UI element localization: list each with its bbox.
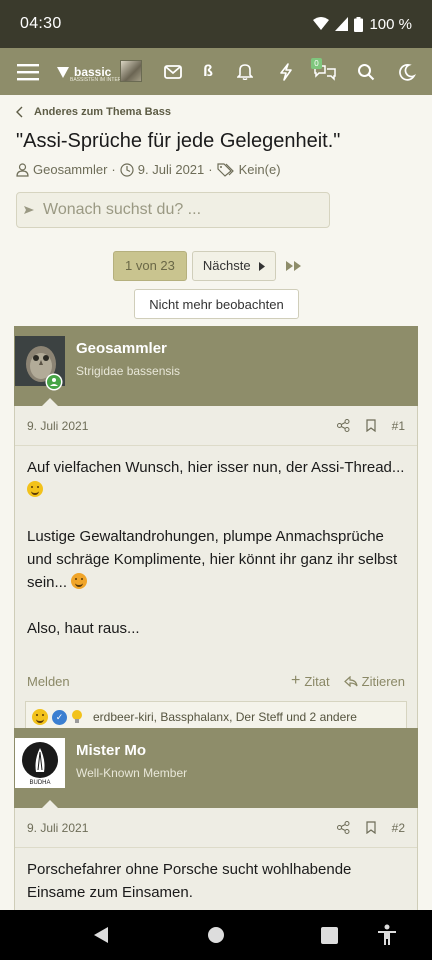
search-icon[interactable]	[355, 48, 377, 95]
caret-right-icon	[258, 261, 265, 271]
bell-icon[interactable]	[234, 48, 256, 95]
conversations-badge: 0	[311, 58, 322, 69]
breadcrumb-link[interactable]: Anderes zum Thema Bass	[34, 106, 171, 118]
post-meta: 9. Juli 2021 #2	[15, 808, 417, 848]
chevron-left-icon	[16, 106, 23, 118]
header-pointer	[41, 398, 59, 407]
thread-author[interactable]: Geosammler	[33, 162, 107, 177]
laugh-reaction-icon	[32, 709, 48, 725]
post-actions: Melden + Zitat Zitieren	[15, 663, 417, 699]
plus-icon: +	[291, 672, 301, 689]
page-current[interactable]: 1 von 23	[113, 251, 187, 281]
post: BUDHA Mister Mo Well-Known Member 9. Jul…	[14, 728, 418, 928]
post-meta: 9. Juli 2021 #1	[15, 406, 417, 446]
header-pointer	[41, 800, 59, 809]
online-status-icon	[45, 373, 63, 391]
thread-search[interactable]	[16, 192, 330, 228]
mail-icon[interactable]	[162, 48, 184, 95]
reply-arrow-icon	[343, 675, 358, 687]
search-input[interactable]	[43, 201, 313, 219]
thread-title: "Assi-Sprüche für jede Gelegenheit."	[16, 130, 341, 152]
wifi-icon	[313, 17, 330, 30]
share-icon[interactable]	[336, 821, 350, 834]
reply-quote-button[interactable]: Zitieren	[343, 674, 405, 689]
cell-signal-icon	[335, 17, 349, 31]
post-number[interactable]: #2	[392, 821, 405, 835]
share-icon[interactable]	[336, 419, 350, 432]
avatar-text: BUDHA	[29, 780, 50, 786]
accessibility-icon[interactable]	[374, 910, 400, 960]
post-content: Porschefahrer ohne Porsche sucht wohlhab…	[15, 848, 417, 904]
user-icon	[16, 162, 29, 177]
battery-icon	[354, 16, 364, 32]
thread-tags[interactable]: Kein(e)	[239, 162, 281, 177]
lightning-icon[interactable]	[276, 48, 296, 95]
post-number[interactable]: #1	[392, 419, 405, 433]
bookmark-icon[interactable]	[366, 419, 376, 432]
reaction-users[interactable]: erdbeer-kiri, Bassphalanx, Der Steff und…	[93, 710, 357, 724]
like-reaction-icon: ✓	[52, 709, 67, 725]
dark-mode-moon-icon[interactable]	[396, 48, 418, 95]
post-paragraph: Auf vielfachen Wunsch, hier isser nun, d…	[27, 459, 405, 476]
user-avatar[interactable]	[120, 60, 142, 82]
menu-icon[interactable]	[12, 48, 44, 95]
next-page-label: Nächste	[202, 258, 251, 273]
search-arrow-icon	[24, 206, 34, 214]
multi-quote-button[interactable]: + Zitat	[291, 672, 330, 690]
post-username[interactable]: Mister Mo	[76, 742, 146, 759]
eszett-icon[interactable]: ß	[198, 48, 218, 95]
battery-level: 100 %	[369, 15, 412, 33]
site-header: bassic BASSISTEN IM INTERNET ß	[0, 48, 432, 95]
thread-date[interactable]: 9. Juli 2021	[138, 162, 205, 177]
site-logo[interactable]: bassic BASSISTEN IM INTERNET	[56, 60, 131, 84]
post-username[interactable]: Geosammler	[76, 340, 167, 357]
post-date[interactable]: 9. Juli 2021	[27, 419, 337, 433]
system-navigation-bar	[0, 910, 432, 960]
clock: 04:30	[20, 15, 62, 32]
next-page-button[interactable]: Nächste	[191, 251, 276, 281]
grin-emoji-icon	[27, 481, 43, 497]
user-avatar-budha[interactable]: BUDHA	[15, 738, 65, 788]
thread-meta: Geosammler · 9. Juli 2021 · Kein(e)	[16, 162, 281, 177]
bookmark-icon[interactable]	[366, 821, 376, 834]
post: Geosammler Strigidae bassensis 9. Juli 2…	[14, 326, 418, 744]
clock-icon	[120, 162, 134, 177]
conversations-icon[interactable]	[312, 48, 338, 95]
recents-icon[interactable]	[317, 910, 341, 960]
home-icon[interactable]	[203, 910, 229, 960]
last-page-icon[interactable]	[281, 251, 307, 281]
post-paragraph: Also, haut raus...	[27, 620, 140, 637]
report-link[interactable]: Melden	[27, 674, 291, 689]
back-icon[interactable]	[88, 910, 114, 960]
post-date[interactable]: 9. Juli 2021	[27, 821, 337, 835]
tag-icon	[217, 162, 234, 177]
logo-shield-icon	[57, 67, 69, 78]
wink-emoji-icon	[71, 573, 88, 589]
system-status-bar: 04:30 100 %	[0, 0, 432, 48]
post-user-header: Geosammler Strigidae bassensis	[14, 326, 418, 407]
post-body: 9. Juli 2021 #1 Auf vielfachen Wunsch, h…	[14, 406, 418, 744]
post-user-header: BUDHA Mister Mo Well-Known Member	[14, 728, 418, 809]
post-paragraph: Porschefahrer ohne Porsche sucht wohlhab…	[27, 861, 352, 901]
post-user-title: Strigidae bassensis	[76, 364, 181, 378]
post-content: Auf vielfachen Wunsch, hier isser nun, d…	[15, 446, 417, 640]
breadcrumb[interactable]: Anderes zum Thema Bass	[16, 106, 171, 118]
lightbulb-reaction-icon	[72, 710, 82, 723]
unwatch-button[interactable]: Nicht mehr beobachten	[134, 289, 299, 319]
pagination: 1 von 23 Nächste	[113, 251, 307, 281]
post-user-title: Well-Known Member	[76, 766, 188, 780]
